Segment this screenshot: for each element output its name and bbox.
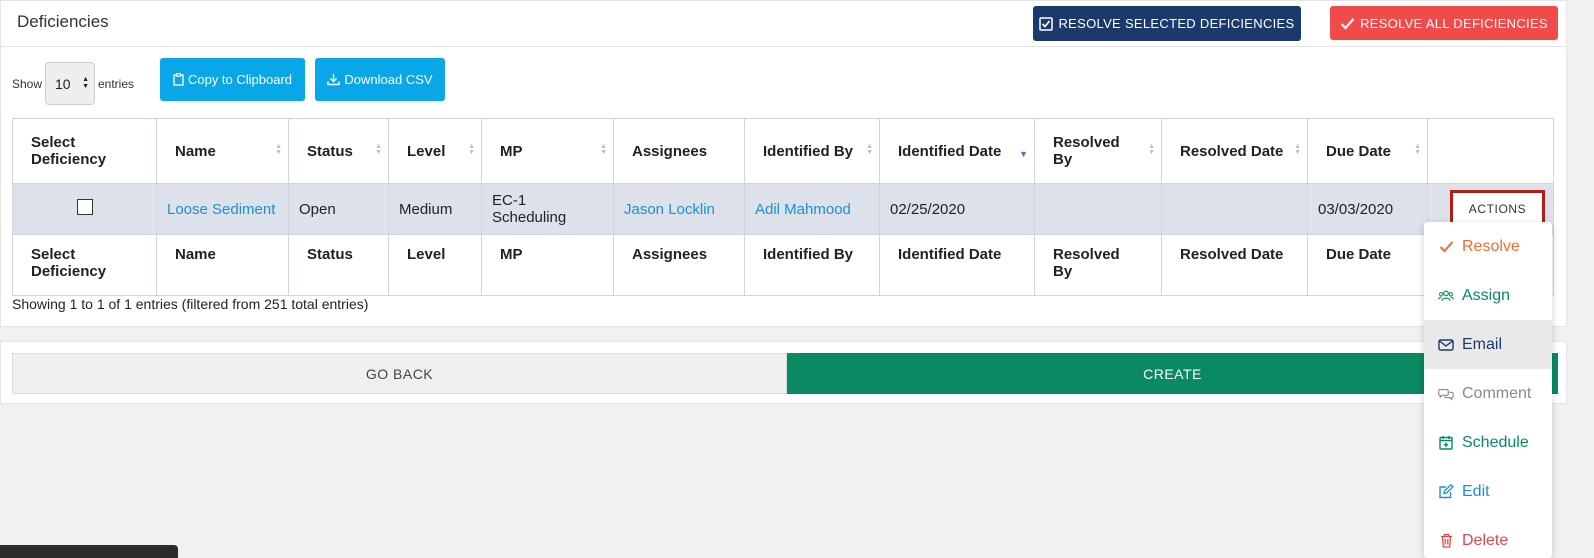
menu-label-edit: Edit: [1462, 482, 1490, 500]
menu-item-schedule[interactable]: Schedule: [1424, 418, 1552, 467]
assignee-link[interactable]: Jason Locklin: [624, 201, 715, 218]
clipboard-icon: [173, 73, 184, 86]
column-header-select: Select Deficiency: [12, 118, 157, 184]
select-cell: [12, 183, 157, 235]
footer-select: Select Deficiency: [12, 234, 157, 296]
entries-label: entries: [98, 77, 135, 91]
table-info: Showing 1 to 1 of 1 entries (filtered fr…: [12, 296, 369, 312]
resolved-by-cell: [1034, 183, 1162, 235]
resolve-selected-button[interactable]: RESOLVE SELECTED DEFICIENCIES: [1033, 6, 1301, 41]
sort-icon: ▲ ▼: [275, 143, 282, 156]
footer-name: Name: [156, 234, 289, 296]
level-cell: Medium: [388, 183, 482, 235]
trash-icon: [1438, 533, 1454, 548]
resolved-date-cell: [1161, 183, 1308, 235]
identified-by-cell: Adil Mahmood: [744, 183, 880, 235]
name-cell: Loose Sediment: [156, 183, 289, 235]
comments-icon: [1438, 387, 1454, 401]
users-icon: [1438, 289, 1454, 303]
sort-icon: ▲ ▼: [1414, 143, 1421, 156]
select-arrows-icon: ▲ ▼: [82, 76, 89, 90]
footer-level: Level: [388, 234, 482, 296]
footer-due-date: Due Date: [1307, 234, 1428, 296]
go-back-button[interactable]: GO BACK: [12, 353, 787, 394]
deficiencies-table: Select Deficiency Name ▲ ▼ Status ▲ ▼ Level ▲…: [12, 118, 1554, 296]
column-header-resolved-by[interactable]: Resolved By ▲ ▼: [1034, 118, 1162, 184]
check-icon: [1438, 240, 1454, 253]
menu-item-resolve[interactable]: Resolve: [1424, 222, 1552, 271]
footer-resolved-date: Resolved Date: [1161, 234, 1308, 296]
sort-icon: ▲ ▼: [1148, 143, 1155, 156]
check-icon: [1340, 17, 1355, 30]
column-header-level[interactable]: Level ▲ ▼: [388, 118, 482, 184]
footer-assignees: Assignees: [613, 234, 745, 296]
sort-icon: ▲ ▼: [375, 143, 382, 156]
deficiencies-card: Deficiencies RESOLVE SELECTED DEFICIENCI…: [0, 0, 1568, 327]
menu-label-delete: Delete: [1462, 531, 1509, 549]
page-title: Deficiencies: [17, 12, 109, 31]
column-header-identified-by[interactable]: Identified By ▲ ▼: [744, 118, 880, 184]
menu-label-email: Email: [1462, 335, 1503, 353]
download-csv-button[interactable]: Download CSV: [315, 58, 445, 101]
menu-item-edit[interactable]: Edit: [1424, 467, 1552, 516]
copy-label: Copy to Clipboard: [187, 72, 293, 87]
calendar-plus-icon: [1438, 435, 1454, 450]
column-header-mp[interactable]: MP ▲ ▼: [481, 118, 614, 184]
footer-mp: MP: [481, 234, 614, 296]
card-header: Deficiencies RESOLVE SELECTED DEFICIENCI…: [1, 1, 1568, 47]
copy-to-clipboard-button[interactable]: Copy to Clipboard: [160, 58, 305, 101]
column-header-status[interactable]: Status ▲ ▼: [288, 118, 389, 184]
menu-label-comment: Comment: [1462, 384, 1532, 402]
sort-icon: ▲ ▼: [600, 143, 607, 156]
deficiency-name-link[interactable]: Loose Sediment: [167, 201, 275, 218]
status-bar: [0, 545, 178, 558]
checkbox-checked-icon: [1039, 16, 1054, 31]
entries-value: 10: [55, 76, 71, 92]
due-date-cell: 03/03/2020: [1307, 183, 1428, 235]
footer-identified-date: Identified Date: [879, 234, 1035, 296]
table-header-row: Select Deficiency Name ▲ ▼ Status ▲ ▼ Level ▲…: [12, 118, 1554, 184]
column-header-due-date[interactable]: Due Date ▲ ▼: [1307, 118, 1428, 184]
footer-status: Status: [288, 234, 389, 296]
sort-icon: ▲ ▼: [1294, 143, 1301, 156]
menu-item-assign[interactable]: Assign: [1424, 271, 1552, 320]
menu-label-assign: Assign: [1462, 286, 1511, 304]
footer-identified-by: Identified By: [744, 234, 880, 296]
sort-icon: ▲ ▼: [468, 143, 475, 156]
identified-by-link[interactable]: Adil Mahmood: [755, 201, 851, 218]
form-actions-card: GO BACK CREATE: [0, 341, 1567, 404]
menu-label-resolve: Resolve: [1462, 237, 1520, 255]
sort-icon: ▲ ▼: [866, 143, 873, 156]
footer-resolved-by: Resolved By: [1034, 234, 1162, 296]
entries-select[interactable]: 10 ▲ ▼: [45, 62, 95, 105]
assignees-cell: Jason Locklin: [613, 183, 745, 235]
table-footer-row: Select Deficiency Name Status Level MP A…: [12, 234, 1554, 296]
column-header-assignees: Assignees: [613, 118, 745, 184]
sort-desc-icon: ▼: [1019, 149, 1028, 159]
csv-label: Download CSV: [344, 72, 433, 87]
show-label: Show: [12, 77, 43, 91]
menu-label-schedule: Schedule: [1462, 433, 1529, 451]
table-row: Loose Sediment Open Medium EC-1 Scheduli…: [12, 183, 1554, 235]
actions-dropdown-menu: Resolve Assign Email Comment Schedule Ed…: [1424, 222, 1552, 558]
column-header-name[interactable]: Name ▲ ▼: [156, 118, 289, 184]
menu-item-delete[interactable]: Delete: [1424, 516, 1552, 558]
mp-cell: EC-1 Scheduling: [481, 183, 614, 235]
column-header-actions: [1427, 118, 1554, 184]
envelope-icon: [1438, 338, 1454, 351]
column-header-resolved-date[interactable]: Resolved Date ▲ ▼: [1161, 118, 1308, 184]
resolve-selected-label: RESOLVE SELECTED DEFICIENCIES: [1058, 16, 1295, 31]
row-select-checkbox[interactable]: [76, 199, 93, 215]
resolve-all-label: RESOLVE ALL DEFICIENCIES: [1360, 15, 1548, 31]
edit-icon: [1438, 484, 1454, 499]
download-icon: [327, 74, 341, 86]
resolve-all-button[interactable]: RESOLVE ALL DEFICIENCIES: [1330, 6, 1558, 40]
identified-date-cell: 02/25/2020: [879, 183, 1035, 235]
menu-item-comment[interactable]: Comment: [1424, 369, 1552, 418]
status-cell: Open: [288, 183, 389, 235]
column-header-identified-date[interactable]: Identified Date ▼: [879, 118, 1035, 184]
menu-item-email[interactable]: Email: [1424, 320, 1552, 369]
